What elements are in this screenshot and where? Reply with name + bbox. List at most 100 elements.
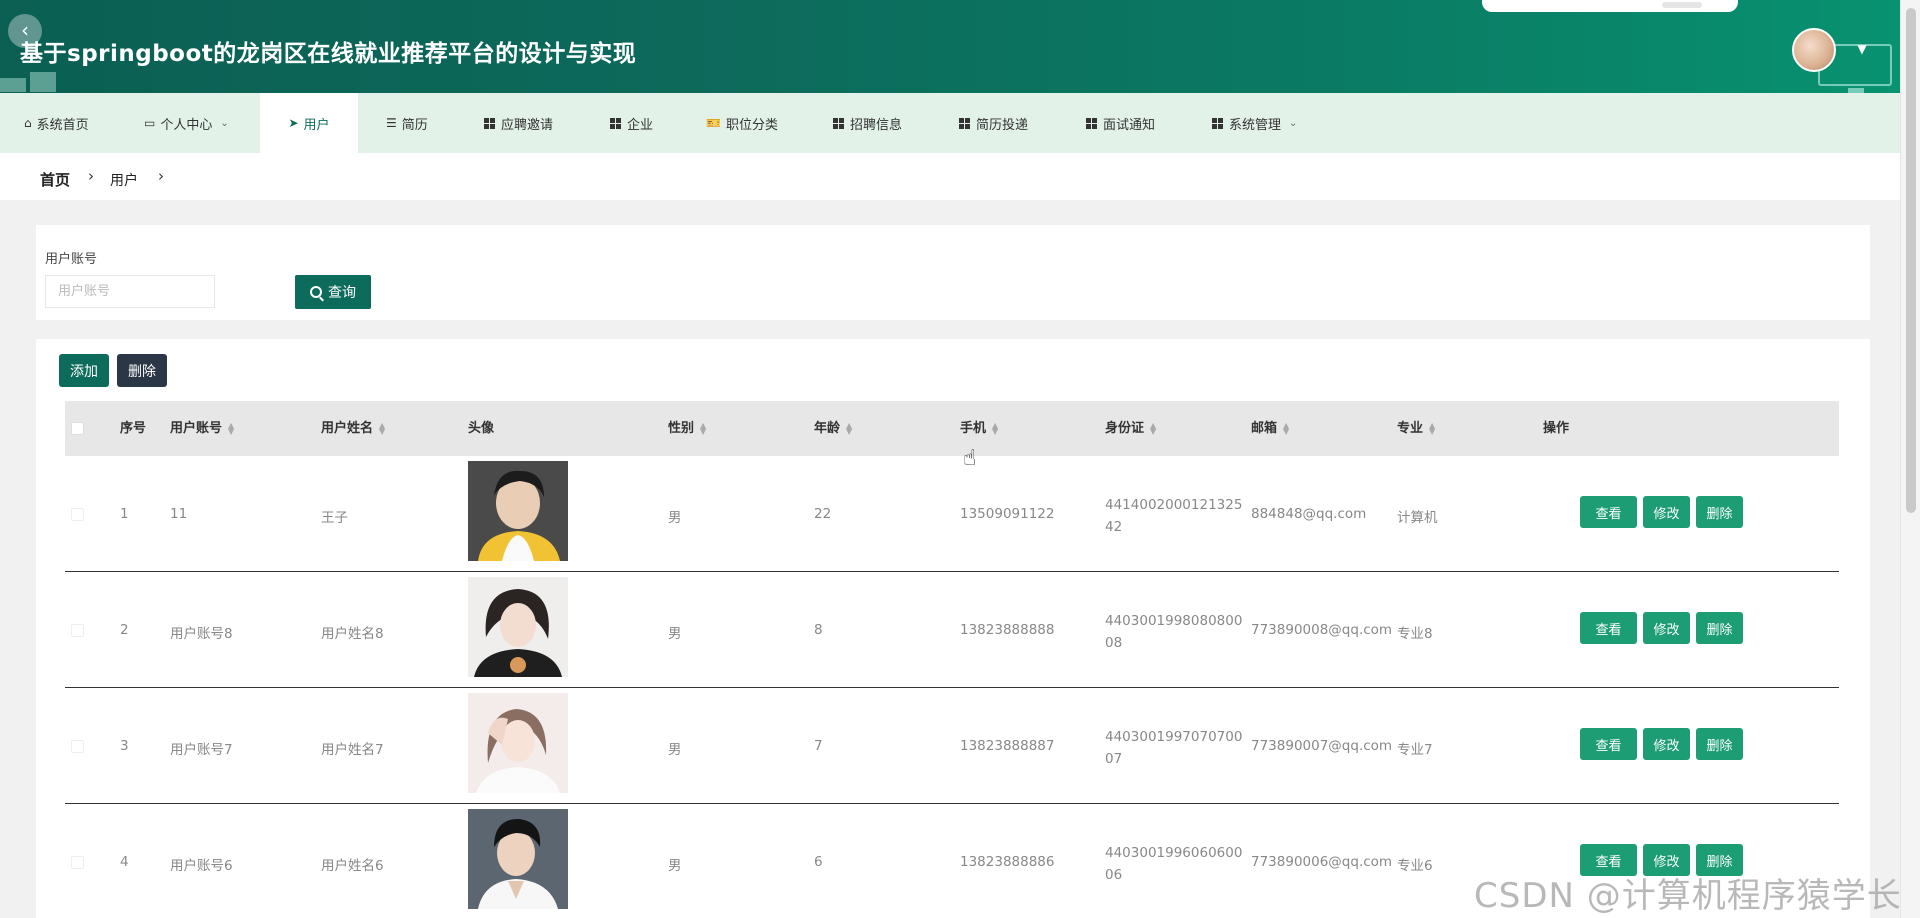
edit-button[interactable]: 修改 [1643,612,1690,644]
col-label: 用户姓名 [321,421,374,436]
nav-item-recruitment[interactable]: 招聘信息 [829,93,906,153]
avatar-image [468,693,568,793]
sort-icon[interactable]: ▲ ▼ [1150,421,1156,435]
row-checkbox[interactable] [71,508,84,521]
top-search-box[interactable] [1482,0,1738,12]
nav-item-users[interactable]: ➤ 用户 [260,93,358,153]
nav-item-profile[interactable]: ▭ 个人中心 ⌄ [140,93,233,153]
cell-email: 773890008@qq.com [1251,622,1393,638]
cell-name: 用户姓名6 [321,858,384,874]
cell-major: 专业7 [1397,742,1433,758]
row-checkbox[interactable] [71,740,84,753]
nav-label: 招聘信息 [850,117,903,133]
breadcrumb-home[interactable]: 首页 [40,169,70,190]
edit-button[interactable]: 修改 [1643,496,1690,528]
cell-id-card: 440300199808080008 [1105,613,1243,651]
grid-icon [484,117,495,129]
col-age[interactable]: 年龄 ▲ ▼ [814,401,852,456]
nav-label: 应聘邀请 [501,117,554,133]
search-button[interactable]: 查询 [295,275,371,309]
add-button[interactable]: 添加 [59,354,109,387]
table-header: 序号 用户账号 ▲ ▼ 用户姓名 ▲ ▼ 头像 性别 ▲ ▼ 年龄 ▲ ▼ 手机 ▲ ▼ 身份证 ▲ ▼… [65,401,1839,456]
sort-icon[interactable]: ▲ ▼ [992,421,998,435]
cell-major: 计算机 [1397,510,1438,526]
search-label: 用户账号 [45,252,98,267]
delete-button[interactable]: 删除 [1696,612,1743,644]
nav-item-system[interactable]: 系统管理 ⌄ [1208,93,1301,153]
col-major[interactable]: 专业 ▲ ▼ [1397,401,1435,456]
view-button[interactable]: 查看 [1580,612,1637,644]
nav-item-job-category[interactable]: 🎫 职位分类 [702,93,782,153]
sort-icon[interactable]: ▲ ▼ [379,421,385,435]
cell-phone: 13823888888 [960,622,1055,638]
cell-age: 22 [814,506,832,522]
scrollbar-thumb[interactable] [1906,8,1916,513]
chevron-down-icon[interactable]: ▼ [1851,38,1873,60]
nav-item-interview[interactable]: 面试通知 [1082,93,1159,153]
view-button[interactable]: 查看 [1580,496,1637,528]
cell-age: 8 [814,622,823,638]
avatar-image [468,809,568,909]
cell-id-card: 440300199606060006 [1105,845,1243,883]
breadcrumb-current: 用户 [110,173,138,189]
row-checkbox[interactable] [71,624,84,637]
col-label: 专业 [1397,421,1424,436]
cell-phone: 13509091122 [960,506,1055,522]
table-row: 1 11 王子 男 22 13509091122 441400200012132… [65,456,1839,572]
sort-icon[interactable]: ▲ ▼ [1283,421,1289,435]
nav-item-home[interactable]: ⌂ 系统首页 [20,93,93,153]
cell-gender: 男 [668,858,682,874]
row-checkbox[interactable] [71,856,84,869]
col-actions: 操作 [1543,421,1570,436]
cell-index: 4 [120,854,129,870]
col-email[interactable]: 邮箱 ▲ ▼ [1251,401,1289,456]
col-avatar: 头像 [468,421,495,436]
watermark: CSDN @计算机程序猿学长 [1474,876,1902,916]
app-title: 基于springboot的龙岗区在线就业推荐平台的设计与实现 [20,41,637,67]
select-all-checkbox[interactable] [71,422,84,435]
chevron-right-icon: › [158,167,164,185]
sort-icon[interactable]: ▲ ▼ [1429,421,1435,435]
page-scrollbar[interactable] [1900,0,1920,918]
delete-button[interactable]: 删除 [1696,728,1743,760]
nav-item-resume[interactable]: ☰ 简历 [382,93,432,153]
col-id-card[interactable]: 身份证 ▲ ▼ [1105,401,1156,456]
nav-label: 面试通知 [1103,117,1156,133]
sort-icon[interactable]: ▲ ▼ [700,421,706,435]
user-avatar[interactable] [1792,28,1836,72]
ticket-icon: 🎫 [706,116,721,130]
nav-label: 企业 [627,117,654,133]
search-icon [310,286,322,298]
col-name[interactable]: 用户姓名 ▲ ▼ [321,401,385,456]
cell-id-card: 440300199707070007 [1105,729,1243,767]
table-panel: 添加 删除 序号 用户账号 ▲ ▼ 用户姓名 ▲ ▼ 头像 性别 ▲ ▼ 年龄 ▲ ▼ 手机 ▲ ▼… [36,339,1870,918]
main-nav: ⌂ 系统首页 ▭ 个人中心 ⌄ ➤ 用户 ☰ 简历 应聘邀请 企业 🎫 职位分类… [0,93,1900,153]
table-row: 2 用户账号8 用户姓名8 男 8 13823888888 4403001998… [65,572,1839,688]
cell-gender: 男 [668,510,682,526]
cell-gender: 男 [668,742,682,758]
sort-icon[interactable]: ▲ ▼ [228,421,234,435]
grid-icon [959,117,970,129]
col-gender[interactable]: 性别 ▲ ▼ [668,401,706,456]
cell-name: 用户姓名7 [321,742,384,758]
col-account[interactable]: 用户账号 ▲ ▼ [170,401,234,456]
nav-item-resume-delivery[interactable]: 简历投递 [955,93,1032,153]
nav-item-company[interactable]: 企业 [606,93,657,153]
sort-icon[interactable]: ▲ ▼ [846,421,852,435]
edit-button[interactable]: 修改 [1643,728,1690,760]
nav-item-invitations[interactable]: 应聘邀请 [480,93,557,153]
row-actions: 查看 修改 删除 [1580,612,1743,644]
nav-label: 系统管理 [1229,117,1282,133]
mouse-pointer-icon: ☝ [963,446,977,471]
col-label: 身份证 [1105,421,1145,436]
chevron-right-icon: › [88,167,94,185]
delete-button[interactable]: 删除 [1696,496,1743,528]
search-input[interactable] [45,275,215,308]
view-button[interactable]: 查看 [1580,728,1637,760]
cell-id-card: 441400200012132542 [1105,497,1243,535]
cell-index: 3 [120,738,129,754]
batch-delete-button[interactable]: 删除 [117,354,167,387]
cell-phone: 13823888887 [960,738,1055,754]
col-label: 邮箱 [1251,421,1278,436]
cell-gender: 男 [668,626,682,642]
